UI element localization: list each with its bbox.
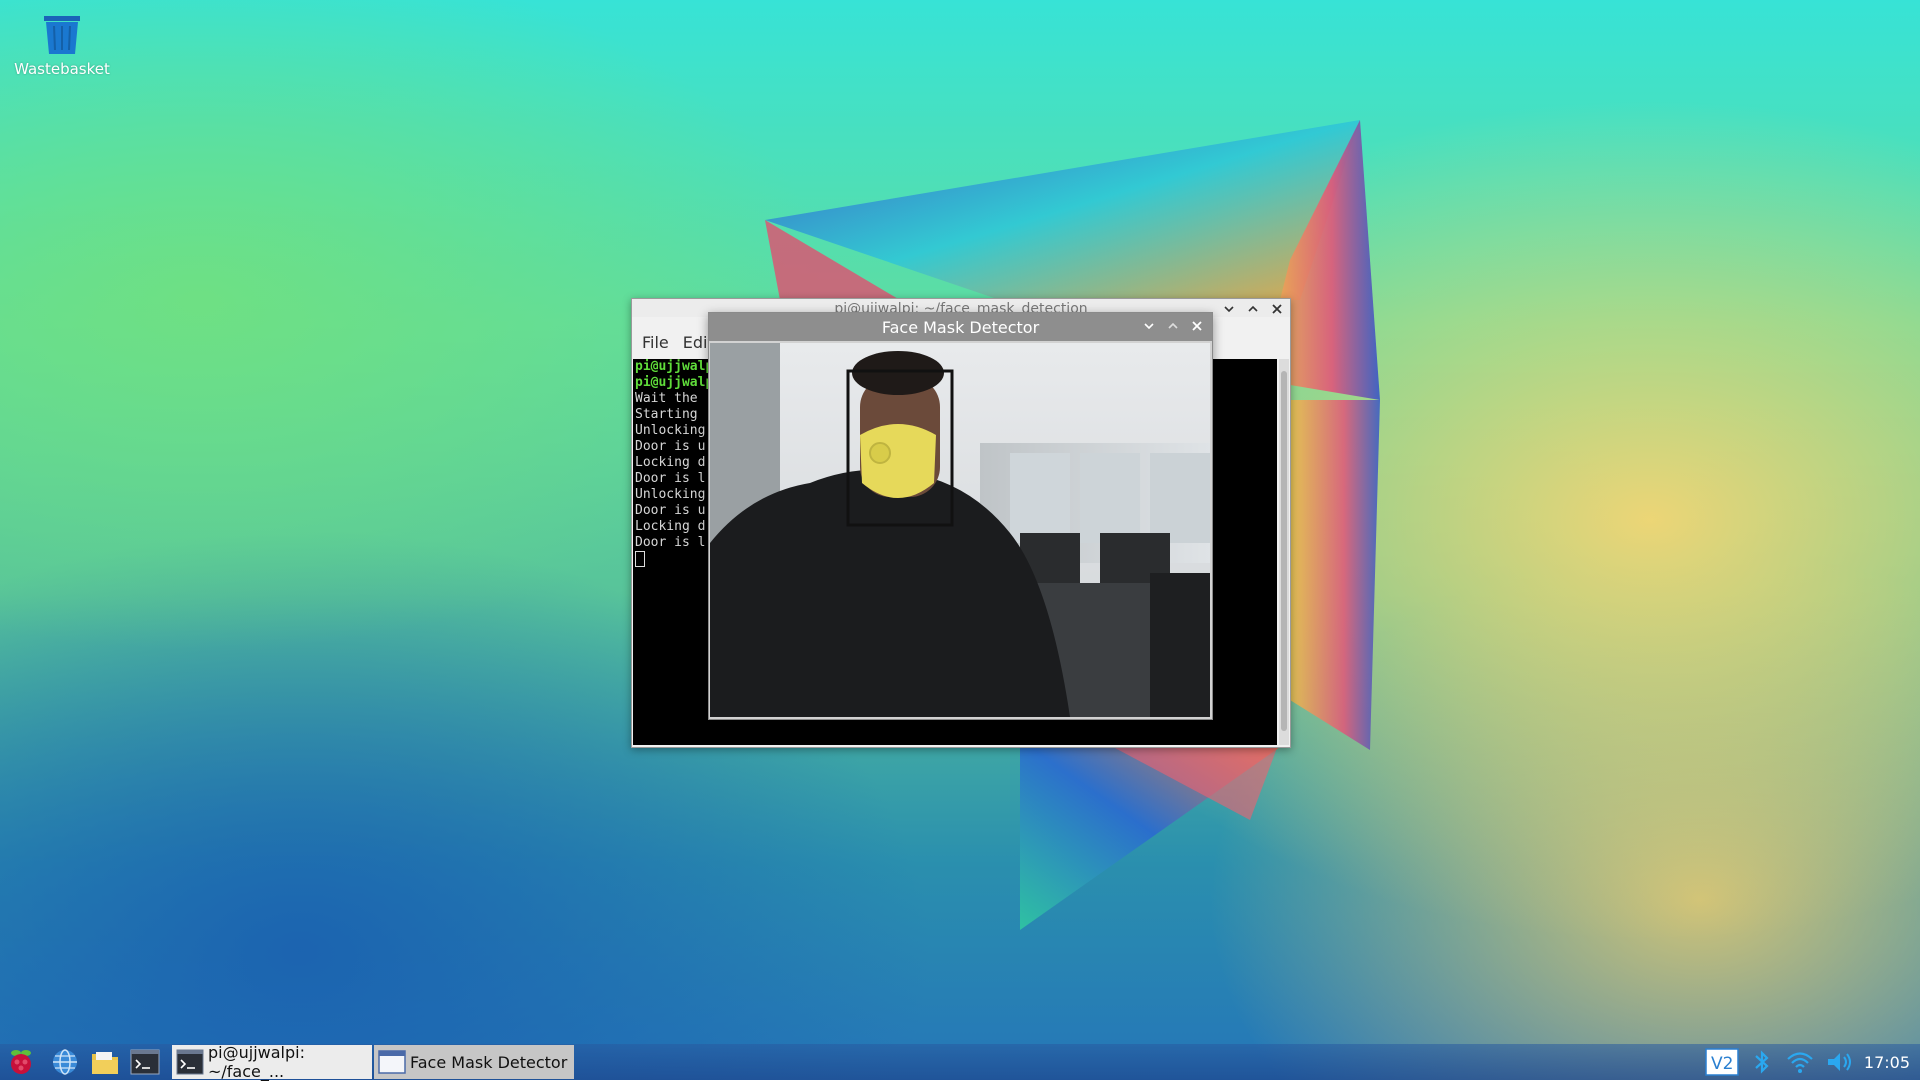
close-icon <box>1272 304 1282 314</box>
terminal-line: Unlocking <box>635 487 706 502</box>
trash-bin-icon <box>40 12 84 56</box>
desktop-icon-label: Wastebasket <box>14 60 110 78</box>
camera-feed <box>710 343 1210 717</box>
web-browser-icon[interactable] <box>50 1048 80 1076</box>
terminal-line: Starting <box>635 407 706 422</box>
terminal-line: Door is l <box>635 471 706 486</box>
volume-icon[interactable] <box>1825 1048 1855 1076</box>
taskbar: pi@ujjwalpi: ~/face_... Face Mask Detect… <box>0 1043 1920 1081</box>
terminal-line: Door is l <box>635 535 706 550</box>
raspberry-menu-icon[interactable] <box>6 1048 36 1076</box>
task-label: Face Mask Detector <box>410 1052 568 1072</box>
taskbar-task-terminal[interactable]: pi@ujjwalpi: ~/face_... <box>172 1043 372 1081</box>
desktop-background: Wastebasket pi@ujjwalpi: ~/face_mask_det… <box>0 0 1920 1081</box>
terminal-line: pi@ujjwalp <box>635 359 714 374</box>
terminal-line: Unlocking <box>635 423 706 438</box>
scrollbar-thumb[interactable] <box>1281 371 1287 731</box>
wifi-icon[interactable] <box>1785 1048 1815 1076</box>
vnc-icon[interactable]: V2 <box>1705 1048 1739 1076</box>
maximize-button[interactable] <box>1246 303 1260 317</box>
bluetooth-icon[interactable] <box>1750 1048 1774 1076</box>
close-button[interactable] <box>1270 303 1284 317</box>
close-button[interactable] <box>1190 320 1204 334</box>
terminal-line: Locking d <box>635 455 706 470</box>
close-icon <box>1192 321 1202 331</box>
terminal-menubar: File Edit <box>642 333 714 352</box>
detector-title: Face Mask Detector <box>881 318 1040 337</box>
terminal-icon[interactable] <box>130 1048 160 1076</box>
minimize-button[interactable] <box>1142 320 1156 334</box>
menu-file[interactable]: File <box>642 333 669 352</box>
detector-titlebar[interactable]: Face Mask Detector <box>709 313 1212 341</box>
chevron-down-icon <box>1224 306 1234 313</box>
minimize-button[interactable] <box>1222 303 1236 317</box>
desktop-icon-wastebasket[interactable]: Wastebasket <box>12 12 112 78</box>
maximize-button[interactable] <box>1166 320 1180 334</box>
face-mask-detector-window[interactable]: Face Mask Detector <box>708 312 1213 720</box>
terminal-icon <box>176 1049 204 1075</box>
chevron-up-icon <box>1168 322 1178 329</box>
terminal-cursor <box>635 551 645 567</box>
terminal-line: Locking d <box>635 519 706 534</box>
terminal-line: Wait the <box>635 391 706 406</box>
svg-text:V2: V2 <box>1711 1054 1733 1074</box>
terminal-line: pi@ujjwalp <box>635 375 714 390</box>
terminal-line: Door is u <box>635 503 706 518</box>
file-manager-icon[interactable] <box>90 1048 120 1076</box>
chevron-down-icon <box>1144 323 1154 330</box>
terminal-line: Door is u <box>635 439 706 454</box>
window-icon <box>378 1049 406 1075</box>
chevron-up-icon <box>1248 305 1258 312</box>
camera-frame-image <box>710 343 1210 717</box>
clock[interactable]: 17:05 <box>1864 1053 1910 1072</box>
task-label: pi@ujjwalpi: ~/face_... <box>208 1043 305 1081</box>
terminal-scrollbar[interactable] <box>1279 359 1289 745</box>
taskbar-task-face-mask-detector[interactable]: Face Mask Detector <box>374 1045 574 1079</box>
